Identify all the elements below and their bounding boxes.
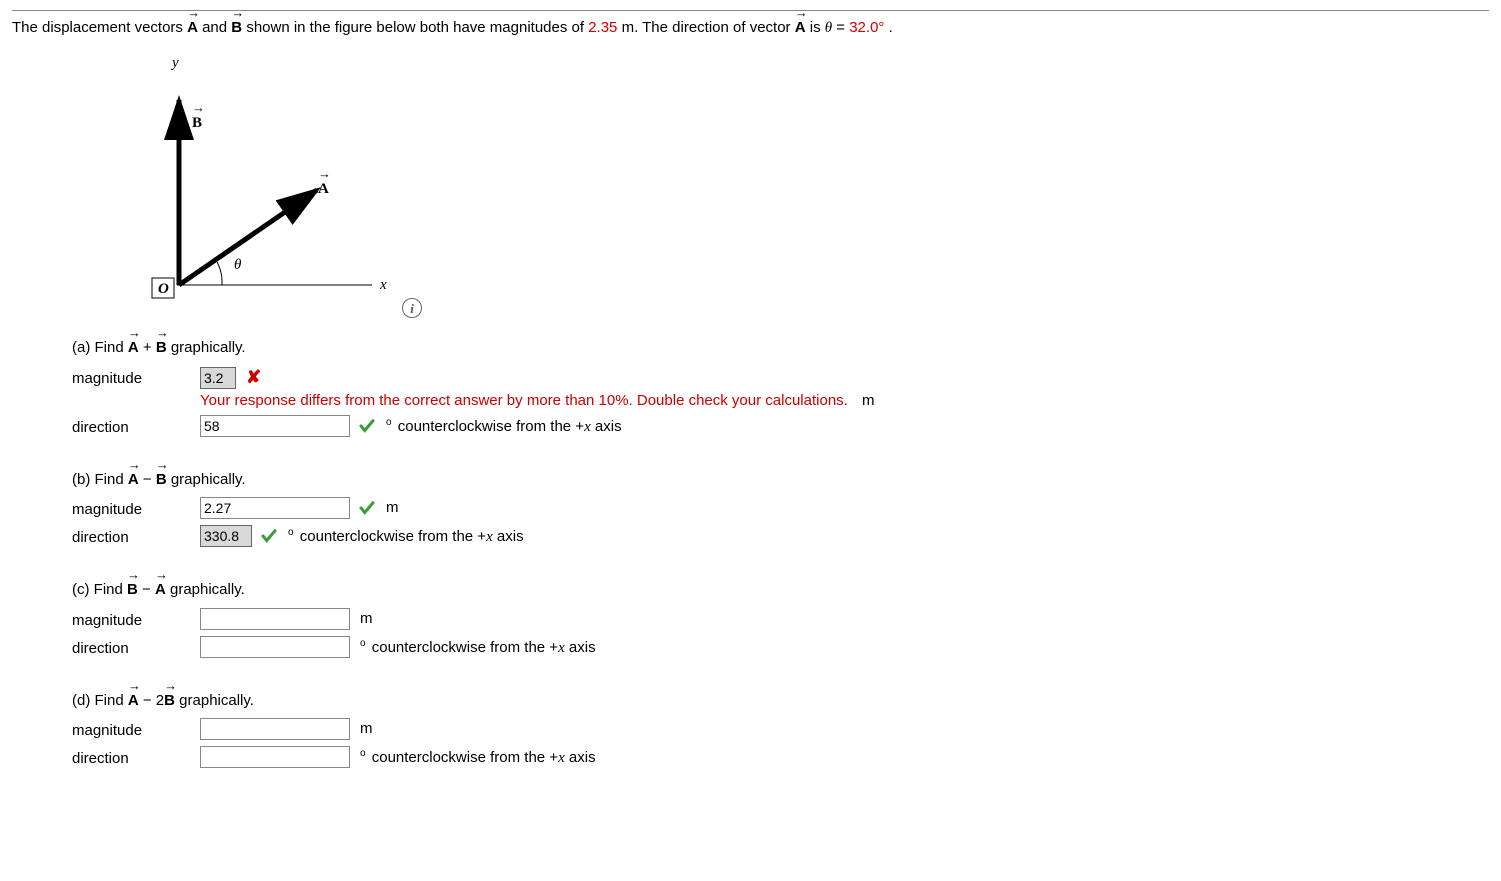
part-d-direction-input[interactable] xyxy=(200,746,350,768)
text: . xyxy=(889,19,893,36)
part-b-prompt: (b) Find →A − →B graphically. xyxy=(72,469,1489,492)
unit-m: m xyxy=(360,718,373,741)
unit-direction: o counterclockwise from the +x axis xyxy=(386,415,622,439)
unit-m: m xyxy=(360,608,373,631)
text: is xyxy=(810,19,825,36)
figure: y x O θ →B →A i xyxy=(122,50,1489,318)
vector-A: →A xyxy=(128,337,139,360)
correct-icon xyxy=(358,497,376,515)
direction-label: direction xyxy=(72,746,200,771)
direction-label: direction xyxy=(72,636,200,661)
text: The displacement vectors xyxy=(12,19,187,36)
part-c-prompt: (c) Find →B − →A graphically. xyxy=(72,579,1489,602)
b-vector-label: →B xyxy=(192,112,202,135)
magnitude-label: magnitude xyxy=(72,366,200,391)
part-c-magnitude-input[interactable] xyxy=(200,608,350,630)
part-c-direction-input[interactable] xyxy=(200,636,350,658)
unit-direction: o counterclockwise from the +x axis xyxy=(288,525,524,549)
direction-label: direction xyxy=(72,525,200,550)
text: m. The direction of vector xyxy=(622,19,795,36)
part-b-direction-input[interactable] xyxy=(200,525,252,547)
unit-direction: o counterclockwise from the +x axis xyxy=(360,746,596,770)
part-a-direction-input[interactable] xyxy=(200,415,350,437)
unit-m: m xyxy=(862,392,875,409)
part-a: (a) Find →A + →B graphically. magnitude … xyxy=(72,337,1489,441)
info-icon[interactable]: i xyxy=(402,298,422,318)
magnitude-label: magnitude xyxy=(72,497,200,522)
y-axis-label: y xyxy=(172,52,179,75)
problem-statement: The displacement vectors →A and →B shown… xyxy=(12,17,1489,40)
vector-diagram xyxy=(122,50,422,310)
unit-direction: o counterclockwise from the +x axis xyxy=(360,636,596,660)
magnitude-value: 2.35 xyxy=(588,19,617,36)
correct-icon xyxy=(358,415,376,433)
incorrect-icon: ✘ xyxy=(246,367,261,387)
vector-A: →A xyxy=(128,469,139,492)
direction-label: direction xyxy=(72,415,200,440)
vector-A: →A xyxy=(187,17,198,40)
part-a-magnitude-input[interactable] xyxy=(200,367,236,389)
vector-A: →A xyxy=(795,17,806,40)
correct-icon xyxy=(260,525,278,543)
text: = xyxy=(836,19,849,36)
part-b: (b) Find →A − →B graphically. magnitude … xyxy=(72,469,1489,552)
vector-B: →B xyxy=(156,469,167,492)
text: shown in the figure below both have magn… xyxy=(246,19,588,36)
feedback-message: Your response differs from the correct a… xyxy=(200,392,848,409)
theta-label: θ xyxy=(234,254,241,277)
origin-label: O xyxy=(158,278,169,301)
vector-B: →B xyxy=(164,690,175,713)
vector-A: →A xyxy=(128,690,139,713)
part-a-prompt: (a) Find →A + →B graphically. xyxy=(72,337,1489,360)
x-axis-label: x xyxy=(380,274,387,297)
vector-B: →B xyxy=(231,17,242,40)
text: and xyxy=(202,19,231,36)
unit-m: m xyxy=(386,497,399,520)
theta-value: 32.0° xyxy=(849,19,884,36)
part-d-prompt: (d) Find →A − 2→B graphically. xyxy=(72,690,1489,713)
part-b-magnitude-input[interactable] xyxy=(200,497,350,519)
part-d: (d) Find →A − 2→B graphically. magnitude… xyxy=(72,690,1489,773)
part-c: (c) Find →B − →A graphically. magnitude … xyxy=(72,579,1489,662)
part-d-magnitude-input[interactable] xyxy=(200,718,350,740)
vector-B: →B xyxy=(127,579,138,602)
magnitude-label: magnitude xyxy=(72,608,200,633)
a-vector-label: →A xyxy=(318,178,329,201)
vector-B: →B xyxy=(156,337,167,360)
theta-symbol: θ xyxy=(825,20,832,36)
vector-A: →A xyxy=(155,579,166,602)
magnitude-label: magnitude xyxy=(72,718,200,743)
